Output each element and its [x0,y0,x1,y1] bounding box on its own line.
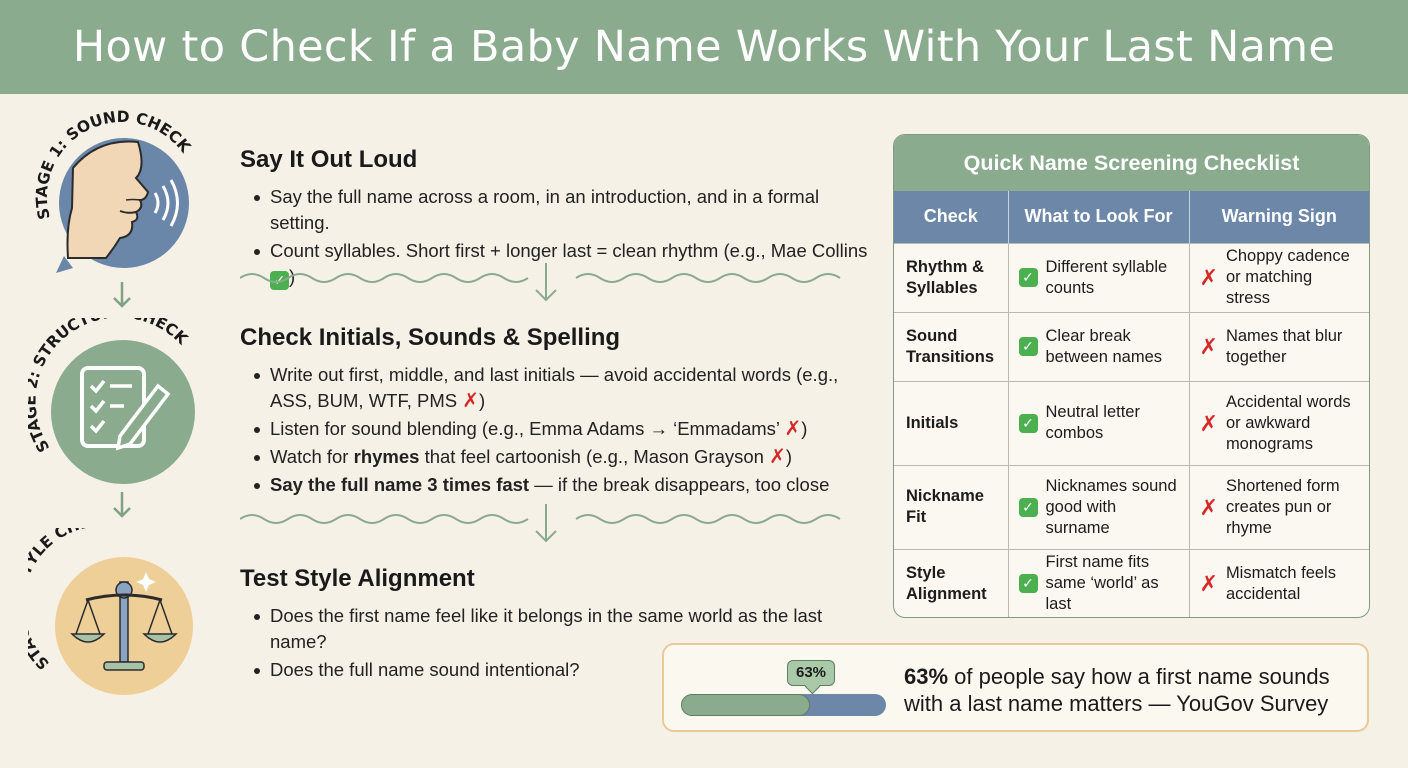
checklist-pencil-icon [51,340,195,484]
x-icon: ✗ [1199,410,1218,436]
checklist-table: Check What to Look For Warning Sign Rhyt… [894,191,1369,617]
table-row: Sound Transitions ✓ Clear break between n… [894,311,1369,381]
x-icon: ✗ [769,446,786,468]
bullet-item: Say the full name across a room, in an i… [240,184,880,236]
x-icon: ✗ [462,390,479,412]
check-icon: ✓ [1018,337,1038,356]
title-banner: How to Check If a Baby Name Works With Y… [0,0,1408,94]
balance-scale-icon [55,557,193,695]
wavy-divider [240,504,841,543]
bullet-item: Write out first, middle, and last initia… [240,362,880,414]
stage-arrow-2 [111,490,133,525]
check-icon: ✓ [1018,574,1038,594]
speaking-face-icon [56,138,189,273]
section-heading: Check Initials, Sounds & Spelling [240,324,621,351]
survey-stat-card: 63% 63% of people say how a first name s… [662,643,1369,732]
table-row: Nickname Fit ✓ Nicknames sound good with … [894,464,1369,549]
wavy-divider [240,263,841,302]
bullet-item: Watch for rhymes that feel cartoonish (e… [240,444,880,470]
stage-1-sound-check: STAGE 1: SOUND CHECK [28,108,218,283]
x-icon: ✗ [1199,494,1218,520]
table-row: Rhythm & Syllables ✓ Different syllable c… [894,242,1369,312]
x-icon: ✗ [1199,571,1218,597]
percent-bubble: 63% [787,660,835,686]
table-row: Initials ✓ Neutral letter combos ✗ Acciden… [894,380,1369,465]
x-icon: ✗ [784,418,802,440]
x-icon: ✗ [1199,334,1218,359]
bullet-item: Listen for sound blending (e.g., Emma Ad… [240,416,880,442]
check-icon: ✓ [1018,268,1038,287]
bullet-item: Say the full name 3 times fast — if the … [240,472,880,498]
progress-bar-fill [681,694,811,716]
check-icon: ✓ [1018,497,1038,517]
column-header: Warning Sign [1189,191,1369,243]
progress-bar [681,694,886,716]
screening-checklist: Quick Name Screening Checklist Check Wha… [893,134,1370,618]
x-icon: ✗ [1199,265,1218,290]
stage-arrow-1 [111,280,133,315]
page-title: How to Check If a Baby Name Works With Y… [72,22,1336,72]
section-check-initials: Check Initials, Sounds & Spelling Write … [240,324,880,500]
table-row: Style Alignment ✓ First name fits same ‘w… [894,548,1369,617]
column-header: Check [894,191,1009,243]
stage-2-structure-check: STAGE 2: STRUCTURE CHECK [28,318,218,493]
check-icon: ✓ [1018,413,1038,433]
checklist-title: Quick Name Screening Checklist [894,135,1369,191]
section-heading: Say It Out Loud [240,146,418,173]
stat-text: 63% of people say how a first name sound… [904,664,1330,716]
column-header: What to Look For [1008,191,1190,243]
stage-3-style-check: STAGE 3: STYLE CHECK [28,528,218,703]
section-heading: Test Style Alignment [240,565,475,592]
